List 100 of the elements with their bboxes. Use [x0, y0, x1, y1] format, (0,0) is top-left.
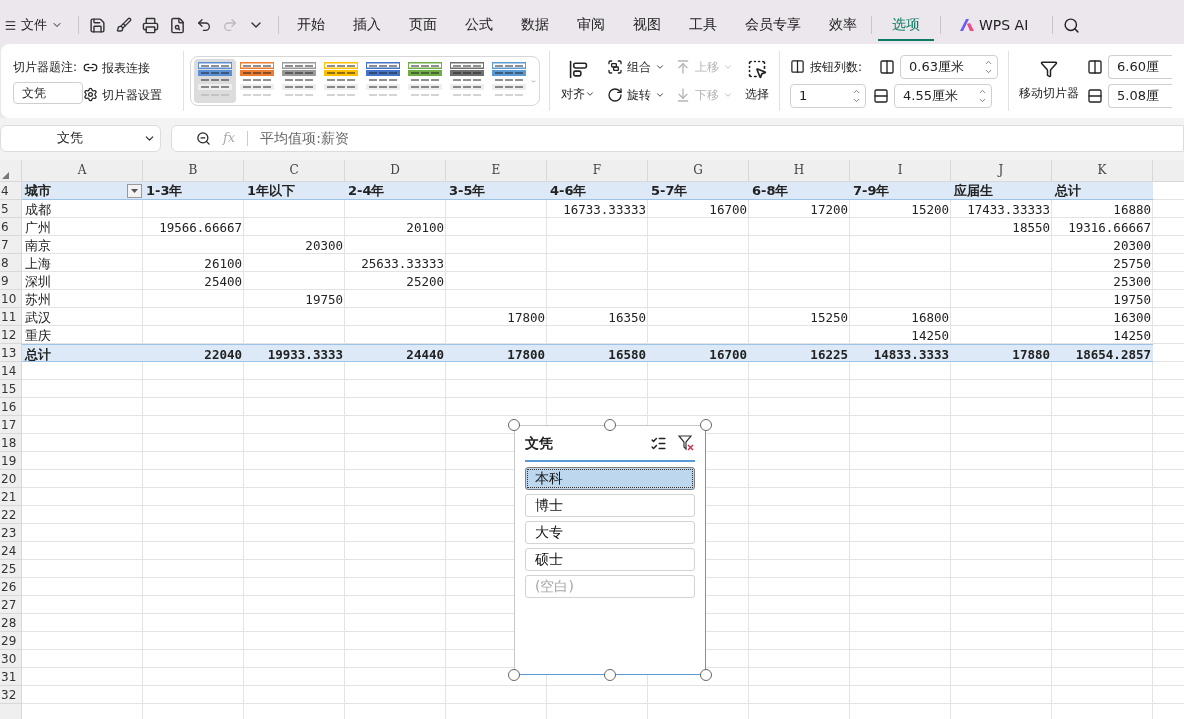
- ribbon-tab[interactable]: 选项: [878, 9, 934, 41]
- name-box[interactable]: 文凭: [0, 124, 161, 152]
- table-cell: 16225: [810, 347, 848, 362]
- caption-field[interactable]: 文凭: [13, 82, 83, 104]
- column-header[interactable]: J: [951, 160, 1052, 181]
- undo-icon[interactable]: [196, 17, 212, 33]
- row-number[interactable]: 22: [0, 506, 21, 524]
- rotate-button[interactable]: 旋转: [607, 86, 665, 104]
- row-number[interactable]: 8: [0, 254, 21, 272]
- size-spin-field[interactable]: 1: [790, 83, 866, 108]
- table-cell: 19316.66667: [1068, 220, 1151, 235]
- table-cell: 16580: [608, 347, 646, 362]
- ribbon-tab[interactable]: 数据: [507, 9, 563, 41]
- table-cell: 19933.3333: [267, 347, 343, 362]
- row-number[interactable]: 15: [0, 380, 21, 398]
- column-header[interactable]: B: [143, 160, 244, 181]
- table-cell: 20300: [1113, 238, 1151, 253]
- slicer-item[interactable]: 博士: [525, 494, 695, 517]
- align-button[interactable]: 对齐: [559, 59, 597, 103]
- slicer-item[interactable]: 硕士: [525, 548, 695, 571]
- table-cell: 25200: [406, 274, 444, 289]
- table-cell: 25400: [204, 274, 242, 289]
- table-cell: 17880: [1012, 347, 1050, 362]
- row-number[interactable]: 19: [0, 452, 21, 470]
- row-number[interactable]: 24: [0, 542, 21, 560]
- size-field[interactable]: 6.60厘: [1108, 54, 1172, 79]
- row-number[interactable]: 18: [0, 434, 21, 452]
- ribbon-tab[interactable]: 效率: [815, 9, 871, 41]
- table-header: 5-7年: [651, 182, 688, 199]
- row-number[interactable]: 20: [0, 470, 21, 488]
- slicer-item[interactable]: 本科: [525, 467, 695, 490]
- row-number[interactable]: 13: [0, 344, 21, 362]
- ai-button[interactable]: WPS AI: [959, 14, 1029, 36]
- column-header[interactable]: G: [648, 160, 749, 181]
- row-number[interactable]: 30: [0, 650, 21, 668]
- search-icon[interactable]: [1063, 16, 1081, 34]
- ribbon-tab[interactable]: 页面: [395, 9, 451, 41]
- table-header: 7-9年: [853, 182, 890, 199]
- size-field[interactable]: 5.08厘: [1108, 83, 1172, 108]
- row-number[interactable]: 16: [0, 398, 21, 416]
- row-number[interactable]: 7: [0, 236, 21, 254]
- table-cell: 24440: [406, 347, 444, 362]
- slicer-panel[interactable]: 文凭 本科 博士 大专 硕士 (空白): [514, 425, 706, 675]
- row-number[interactable]: 9: [0, 272, 21, 290]
- row-number[interactable]: 25: [0, 560, 21, 578]
- row-number[interactable]: 23: [0, 524, 21, 542]
- ribbon-tab[interactable]: 插入: [339, 9, 395, 41]
- slicer-settings-button[interactable]: 切片器设置: [83, 85, 177, 104]
- ribbon-tab[interactable]: 审阅: [563, 9, 619, 41]
- row-number[interactable]: 26: [0, 578, 21, 596]
- row-number[interactable]: 31: [0, 668, 21, 686]
- column-header[interactable]: F: [547, 160, 648, 181]
- row-number[interactable]: 11: [0, 308, 21, 326]
- column-header[interactable]: K: [1052, 160, 1153, 181]
- select-button[interactable]: 选择: [745, 59, 769, 103]
- report-connections-button[interactable]: 报表连接: [83, 58, 177, 77]
- print-preview-icon[interactable]: [169, 16, 186, 34]
- ribbon-tab[interactable]: 公式: [451, 9, 507, 41]
- row-number[interactable]: 5: [0, 200, 21, 218]
- formula-field[interactable]: 平均值项:薪资: [260, 127, 349, 149]
- caret-icon: [723, 62, 733, 72]
- menu-icon[interactable]: [4, 18, 17, 32]
- ribbon-tab[interactable]: 工具: [675, 9, 731, 41]
- column-header[interactable]: I: [850, 160, 951, 181]
- row-number[interactable]: 14: [0, 362, 21, 380]
- save-icon[interactable]: [89, 16, 106, 34]
- clear-filter-icon[interactable]: [677, 434, 695, 452]
- column-header[interactable]: H: [749, 160, 850, 181]
- size-spin-field[interactable]: 4.55厘米: [894, 83, 992, 108]
- zoom-icon[interactable]: [196, 130, 211, 146]
- row-number[interactable]: 29: [0, 632, 21, 650]
- bring-forward-icon: [675, 59, 691, 75]
- select-all-icon[interactable]: [2, 172, 9, 179]
- table-cell: 14833.3333: [873, 347, 949, 362]
- row-number[interactable]: 4: [0, 182, 21, 200]
- row-number[interactable]: 27: [0, 596, 21, 614]
- row-number[interactable]: 12: [0, 326, 21, 344]
- row-number[interactable]: 10: [0, 290, 21, 308]
- ribbon-tab[interactable]: 视图: [619, 9, 675, 41]
- row-number[interactable]: 6: [0, 218, 21, 236]
- print-icon[interactable]: [142, 16, 159, 34]
- width-icon: [1087, 87, 1103, 104]
- file-menu[interactable]: 文件: [0, 15, 72, 35]
- row-number[interactable]: 17: [0, 416, 21, 434]
- row-number[interactable]: 32: [0, 686, 21, 704]
- row-number[interactable]: 28: [0, 614, 21, 632]
- brush-icon[interactable]: [116, 17, 132, 33]
- slicer-item[interactable]: 大专: [525, 521, 695, 544]
- column-header[interactable]: E: [446, 160, 547, 181]
- group-button[interactable]: 组合: [607, 58, 665, 76]
- ribbon-tab[interactable]: 会员专享: [731, 9, 815, 41]
- column-header[interactable]: C: [244, 160, 345, 181]
- row-number[interactable]: 21: [0, 488, 21, 506]
- filter-dropdown-icon[interactable]: [127, 183, 142, 198]
- table-cell: 17200: [810, 202, 848, 217]
- move-slicer-button[interactable]: 移动切片器: [1019, 60, 1079, 102]
- size-spin-field[interactable]: 0.63厘米: [900, 54, 998, 79]
- ribbon-tab[interactable]: 开始: [283, 9, 339, 41]
- column-header[interactable]: A: [22, 160, 143, 181]
- column-header[interactable]: D: [345, 160, 446, 181]
